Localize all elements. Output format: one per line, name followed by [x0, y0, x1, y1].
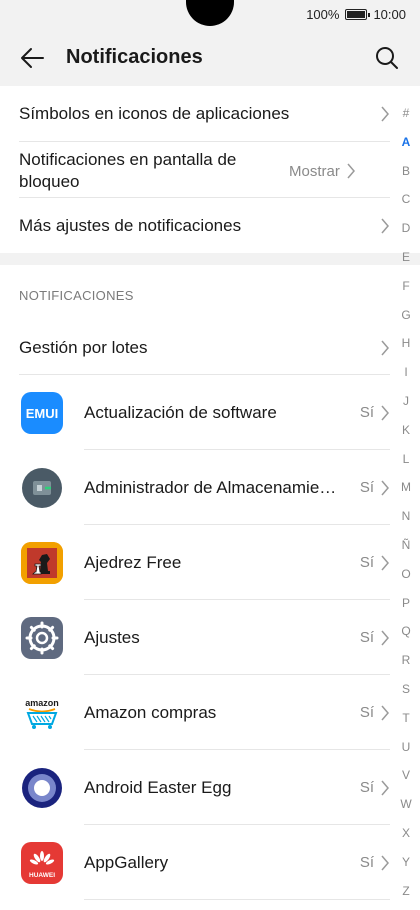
app-name: AppGallery [84, 852, 169, 872]
lockscreen-notifications-setting[interactable]: Notificaciones en pantalla de bloqueo Mo… [19, 147, 390, 195]
app-bar: Notificaciones [0, 30, 420, 86]
alphabet-letter[interactable]: Y [402, 848, 410, 877]
alphabet-letter[interactable]: Q [401, 617, 410, 646]
alphabet-letter[interactable]: K [402, 416, 410, 445]
camera-notch [186, 0, 234, 26]
storage-manager-icon [21, 467, 63, 509]
chevron-right-icon [381, 705, 389, 720]
back-button[interactable] [16, 44, 48, 72]
alphabet-letter[interactable]: Z [402, 877, 409, 906]
alphabet-letter[interactable]: I [404, 358, 407, 387]
chevron-right-icon [381, 480, 389, 495]
chevron-right-icon [381, 405, 389, 420]
chess-icon [21, 541, 63, 584]
alphabet-letter[interactable]: E [402, 243, 410, 272]
clock: 10:00 [373, 7, 406, 22]
app-name: Ajustes [84, 627, 140, 647]
alphabet-letter[interactable]: B [402, 157, 410, 186]
chevron-right-icon [381, 780, 389, 795]
emui-icon: EMUI [21, 391, 63, 434]
alphabet-letter[interactable]: D [402, 214, 411, 243]
alphabet-letter[interactable]: X [402, 819, 410, 848]
alphabet-letter[interactable]: L [403, 445, 410, 474]
appgallery-icon-text: HUAWEI [29, 872, 55, 879]
more-notification-settings[interactable]: Más ajustes de notificaciones [19, 212, 390, 240]
app-name: Amazon compras [84, 702, 217, 722]
app-notification-value: Sí [359, 629, 374, 646]
amazon-icon-text: amazon [25, 698, 59, 708]
chevron-right-icon [381, 106, 389, 122]
app-row-appgallery[interactable]: HUAWEI AppGallery Sí [19, 825, 390, 900]
app-badges-label: Símbolos en iconos de aplicaciones [19, 104, 290, 123]
alphabet-letter[interactable]: S [402, 675, 410, 704]
app-badges-setting[interactable]: Símbolos en iconos de aplicaciones [19, 100, 390, 128]
alphabet-letter[interactable]: A [402, 128, 411, 157]
alphabet-letter[interactable]: F [402, 272, 409, 301]
app-row-settings[interactable]: Ajustes Sí [19, 600, 390, 675]
alphabet-letter[interactable]: H [402, 329, 411, 358]
alphabet-letter[interactable]: M [401, 473, 411, 502]
app-notification-value: Sí [359, 704, 374, 721]
divider [19, 197, 390, 198]
alphabet-letter[interactable]: U [402, 733, 411, 762]
app-notification-value: Sí [359, 854, 374, 871]
alphabet-letter[interactable]: O [401, 560, 410, 589]
alphabet-letter[interactable]: R [402, 646, 411, 675]
app-name: Android Easter Egg [84, 777, 232, 797]
app-name: Ajedrez Free [84, 552, 182, 572]
status-indicators: 100% 10:00 [306, 7, 406, 22]
search-icon [376, 47, 398, 69]
search-button[interactable] [372, 44, 402, 72]
chevron-right-icon [381, 218, 389, 234]
chevron-right-icon [381, 555, 389, 570]
app-row-amazon[interactable]: amazon Amazon compras Sí [19, 675, 390, 750]
battery-icon [345, 9, 371, 20]
batch-management-setting[interactable]: Gestión por lotes [19, 334, 390, 362]
section-separator [0, 253, 420, 265]
app-row-storage-manager[interactable]: Administrador de Almacenamie… Sí [19, 450, 390, 525]
alphabet-letter[interactable]: # [403, 99, 410, 128]
app-notification-value: Sí [359, 404, 374, 421]
status-bar: 100% 10:00 [0, 0, 420, 30]
alphabet-letter[interactable]: G [401, 301, 410, 330]
app-row-chess[interactable]: Ajedrez Free Sí [19, 525, 390, 600]
app-name: Actualización de software [84, 402, 277, 422]
divider [19, 141, 390, 142]
app-row-software-update[interactable]: EMUI Actualización de software Sí [19, 375, 390, 450]
alphabet-letter[interactable]: P [402, 589, 410, 618]
app-row-android-easter-egg[interactable]: Android Easter Egg Sí [19, 750, 390, 825]
app-notification-value: Sí [359, 479, 374, 496]
app-notification-value: Sí [359, 779, 374, 796]
app-notification-value: Sí [359, 554, 374, 571]
app-name: Administrador de Almacenamie… [84, 477, 337, 497]
svg-text:EMUI: EMUI [26, 406, 59, 421]
alphabet-letter[interactable]: V [402, 761, 410, 790]
lockscreen-label: Notificaciones en pantalla de bloqueo [19, 150, 237, 191]
lockscreen-value: Mostrar [289, 162, 340, 180]
alphabet-letter[interactable]: T [402, 704, 409, 733]
alphabet-letter[interactable]: Ñ [402, 531, 411, 560]
section-title: NOTIFICACIONES [19, 288, 134, 303]
easter-egg-icon [21, 767, 63, 809]
appgallery-icon: HUAWEI [21, 841, 63, 884]
chevron-right-icon [381, 630, 389, 645]
batch-management-label: Gestión por lotes [19, 338, 148, 357]
alphabet-letter[interactable]: N [402, 502, 411, 531]
chevron-right-icon [347, 163, 355, 179]
alphabet-index[interactable]: # A B C D E F G H I J K L M N Ñ O P Q R S T U V W X Y Z [398, 99, 414, 905]
alphabet-letter[interactable]: W [400, 790, 411, 819]
page-title: Notificaciones [66, 46, 203, 68]
alphabet-letter[interactable]: C [402, 185, 411, 214]
alphabet-letter[interactable]: J [403, 387, 409, 416]
more-settings-label: Más ajustes de notificaciones [19, 216, 242, 235]
divider [84, 899, 390, 900]
arrow-left-icon [21, 48, 44, 68]
amazon-icon: amazon [21, 691, 63, 734]
chevron-right-icon [381, 340, 389, 356]
chevron-right-icon [381, 855, 389, 870]
settings-gear-icon [21, 616, 63, 659]
battery-percent: 100% [306, 7, 340, 22]
